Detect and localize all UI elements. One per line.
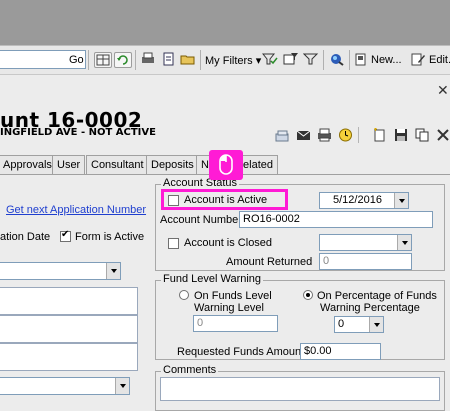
tab-label: N [201, 159, 209, 171]
requested-funds-label: Requested Funds Amount [177, 346, 305, 358]
toolbar-separator [323, 50, 324, 70]
mouse-icon [219, 154, 233, 175]
chevron-down-icon[interactable] [106, 263, 120, 279]
toolbar-separator [200, 50, 201, 70]
save-icon[interactable] [394, 128, 409, 142]
account-closed-select[interactable] [319, 234, 412, 251]
search-globe-icon[interactable] [329, 52, 347, 68]
amount-returned-label: Amount Returned [226, 256, 313, 268]
account-date-select[interactable]: 5/12/2016 [319, 192, 409, 209]
left-field-3[interactable] [0, 343, 138, 371]
tab-label: Consultant [91, 159, 144, 171]
comments-field[interactable] [160, 377, 440, 401]
tab-consultant[interactable]: Consultant [86, 155, 149, 175]
toolbar-separator [135, 50, 136, 70]
toolbar-separator [88, 50, 89, 70]
fund-level-warning-legend: Fund Level Warning [161, 273, 264, 285]
amount-returned-field[interactable]: 0 [319, 253, 412, 270]
grid-view-icon[interactable] [94, 52, 112, 68]
go-button[interactable]: Go [69, 54, 84, 66]
open-folder-icon[interactable] [180, 52, 198, 68]
account-date-value: 5/12/2016 [333, 194, 382, 206]
document-icon[interactable] [160, 52, 178, 68]
icon-separator [358, 127, 359, 143]
left-field-2[interactable] [0, 315, 138, 343]
account-closed-label: Account is Closed [184, 237, 273, 249]
funds-level-radio[interactable] [179, 290, 189, 300]
tab-approvals[interactable]: Approvals [0, 155, 57, 175]
form-active-label: Form is Active [75, 231, 145, 243]
page-subtitle: INGFIELD AVE - NOT ACTIVE [0, 127, 156, 138]
toolbar-separator [349, 50, 350, 70]
new-record-icon[interactable] [353, 52, 371, 68]
my-filters-menu[interactable]: My Filters ▾ [205, 54, 261, 67]
print-icon[interactable] [140, 52, 158, 68]
account-number-label: Account Number [160, 214, 242, 226]
filter-table-icon[interactable] [283, 52, 301, 68]
account-closed-checkbox[interactable] [168, 238, 179, 249]
chevron-down-icon[interactable] [397, 235, 411, 250]
close-icon[interactable]: ✕ [437, 82, 449, 99]
new-document-icon[interactable] [372, 128, 387, 142]
form-active-checkbox[interactable] [60, 229, 71, 242]
email-icon[interactable] [296, 128, 311, 142]
funds-level-label-1: On Funds Level [194, 290, 272, 302]
stack-icon[interactable] [275, 128, 290, 142]
tab-label: User [57, 159, 81, 171]
my-filters-label: My Filters [205, 55, 253, 67]
highlight-box [161, 189, 288, 210]
account-number-field[interactable]: RO16-0002 [239, 211, 433, 228]
refresh-icon[interactable] [114, 52, 132, 68]
filter-icon[interactable] [302, 52, 321, 68]
tab-label: Deposits [151, 159, 194, 171]
edit-button[interactable]: Edit.. [429, 54, 450, 66]
chevron-down-icon[interactable] [115, 378, 129, 394]
window-titlebar [0, 0, 450, 46]
warning-percentage-select[interactable]: 0 [334, 316, 384, 333]
funds-level-label-2: Warning Level [194, 302, 264, 314]
left-dropdown-2[interactable] [0, 377, 130, 395]
warning-percentage-value: 0 [338, 318, 345, 330]
percentage-label-1: On Percentage of Funds [317, 290, 437, 302]
percentage-label-2: Warning Percentage [320, 302, 420, 314]
warning-level-field[interactable]: 0 [193, 315, 278, 332]
delete-icon[interactable] [436, 128, 450, 142]
chevron-down-icon[interactable] [369, 317, 383, 332]
filter-check-icon[interactable] [261, 52, 280, 68]
clock-icon[interactable] [338, 128, 353, 142]
left-dropdown[interactable] [0, 262, 121, 280]
tab-label: Approvals [3, 159, 52, 171]
get-next-application-number-link[interactable]: Get next Application Number [6, 204, 146, 216]
chevron-down-icon[interactable] [394, 193, 408, 208]
requested-funds-field[interactable]: $0.00 [300, 343, 381, 360]
pointer-indicator [209, 150, 243, 180]
copy-icon[interactable] [415, 128, 430, 142]
left-field-1[interactable] [0, 287, 138, 315]
percentage-of-funds-radio[interactable] [303, 290, 313, 300]
print-icon[interactable] [317, 128, 332, 142]
comments-legend: Comments [161, 364, 219, 376]
tab-user[interactable]: User [52, 155, 86, 175]
tab-deposits[interactable]: Deposits [146, 155, 199, 175]
edit-record-icon[interactable] [410, 52, 428, 68]
new-button[interactable]: New... [371, 54, 402, 66]
application-date-label: ation Date [0, 231, 51, 243]
